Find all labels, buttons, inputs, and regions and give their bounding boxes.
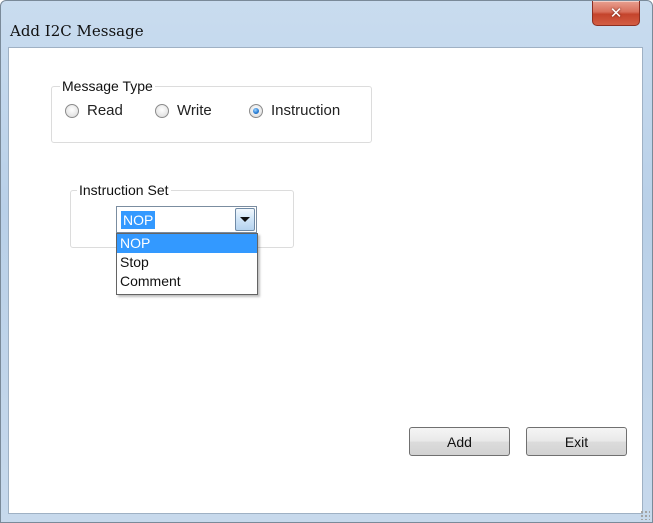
radio-write[interactable]: Write: [155, 102, 212, 119]
instruction-set-dropdown-list[interactable]: NOP Stop Comment: [116, 233, 258, 295]
chevron-down-icon: [240, 217, 250, 222]
radio-instruction-circle[interactable]: [249, 103, 263, 118]
radio-read-label: Read: [87, 102, 123, 119]
close-button[interactable]: ✕: [592, 1, 640, 26]
instruction-set-label: Instruction Set: [77, 182, 171, 198]
resize-grip[interactable]: [640, 510, 650, 520]
instruction-set-combobox[interactable]: NOP: [116, 206, 257, 233]
close-icon: ✕: [609, 5, 623, 22]
radio-read[interactable]: Read: [65, 102, 123, 119]
add-button[interactable]: Add: [409, 427, 510, 456]
title-bar[interactable]: Add I2C Message ✕: [1, 1, 652, 41]
combobox-selected-value[interactable]: NOP: [121, 211, 156, 229]
window-title: Add I2C Message: [10, 22, 144, 40]
radio-instruction[interactable]: Instruction: [249, 102, 340, 119]
radio-write-circle[interactable]: [155, 103, 169, 118]
dropdown-button[interactable]: [235, 208, 255, 231]
dropdown-option-nop[interactable]: NOP: [117, 234, 257, 253]
dropdown-option-comment[interactable]: Comment: [117, 272, 257, 291]
radio-read-circle[interactable]: [65, 103, 79, 118]
exit-button[interactable]: Exit: [526, 427, 627, 456]
message-type-label: Message Type: [60, 78, 155, 94]
dropdown-option-stop[interactable]: Stop: [117, 253, 257, 272]
radio-instruction-label: Instruction: [271, 102, 341, 119]
radio-write-label: Write: [177, 102, 212, 119]
